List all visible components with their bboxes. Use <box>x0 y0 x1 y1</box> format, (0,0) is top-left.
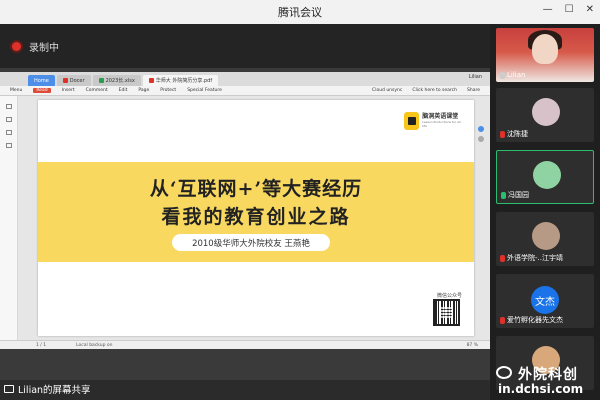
participant-name: 冯国园 <box>501 190 529 200</box>
maximize-icon[interactable]: ☐ <box>565 4 574 15</box>
menu-item-read[interactable]: Read <box>33 88 51 93</box>
participant-tile-speaking[interactable]: 冯国园 <box>496 150 594 204</box>
docer-icon <box>62 78 68 83</box>
tab-label: 2023长.xlsx <box>105 78 135 84</box>
tab-pdf[interactable]: 华师大 外院简历分享.pdf <box>142 75 219 86</box>
watermark: 外院科创 in.dchsi.com <box>494 362 600 396</box>
menu-item-edit[interactable]: Edit <box>119 88 128 93</box>
logo-name: 脑洞英语课堂 <box>422 112 459 120</box>
mic-speaking-icon <box>501 191 506 199</box>
mic-muted-icon <box>500 130 505 138</box>
screen-share-icon <box>4 385 14 393</box>
title-banner: 从‘互联网+’等大赛经历 看我的教育创业之路 2010级华师大外院校友 王燕艳 <box>38 162 474 262</box>
menu-item-page[interactable]: Page <box>138 88 149 93</box>
shared-screen: Home Docer 2023长.xlsx 华师大 外院简历分享.pdf Lil… <box>0 68 490 396</box>
menu-item-special-feature[interactable]: Special Feature <box>187 88 222 93</box>
participant-tile[interactable]: 外语学院-..江宇靖 <box>496 212 594 266</box>
menu-item-menu[interactable]: Menu <box>10 88 22 93</box>
tab-label: Docer <box>69 77 85 84</box>
participant-name: 外语学院-..江宇靖 <box>500 253 563 263</box>
slide-title-line1: 从‘互联网+’等大赛经历 <box>149 178 363 200</box>
qr-code <box>433 299 460 326</box>
page-indicator[interactable]: 1 / 1 <box>36 343 46 348</box>
avatar <box>532 222 560 250</box>
recording-bar: 录制中 <box>0 24 490 68</box>
qr-label: 微信公众号 <box>436 293 462 299</box>
mic-muted-icon <box>500 316 505 324</box>
share-button[interactable]: Share <box>467 88 480 93</box>
thumbnail-icon[interactable] <box>5 104 12 109</box>
menu-item-insert[interactable]: Insert <box>62 88 75 93</box>
screen-share-text: Lilian的屏幕共享 <box>18 385 91 396</box>
spreadsheet-icon <box>98 78 104 83</box>
participant-tile[interactable]: 文杰 爱竹孵化器先文杰 <box>496 274 594 328</box>
logo-subtitle: Lesson Productions for all life <box>422 120 461 129</box>
tool-icon[interactable] <box>478 126 484 132</box>
tool-icon[interactable] <box>478 136 484 142</box>
participant-tile[interactable]: 沈陈捷 <box>496 88 594 142</box>
cloud-sync-status[interactable]: Cloud unsync <box>372 88 402 93</box>
watermark-title: 外院科创 <box>518 367 578 383</box>
wps-status-bar: 1 / 1 Local backup on 87 % <box>0 340 490 349</box>
participant-tile[interactable]: Lilian <box>496 28 594 82</box>
document-area: 脑洞英语课堂 Lesson Productions for all life 从… <box>18 96 490 340</box>
mic-icon <box>500 71 505 79</box>
mic-muted-icon <box>500 254 505 262</box>
avatar <box>533 161 561 189</box>
participant-list: Lilian 沈陈捷 冯国园 外语学院-..江宇靖 文杰 爱竹孵化器先文杰 <box>490 24 600 400</box>
wps-menu-bar: Menu Read Insert Comment Edit Page Prote… <box>0 86 490 96</box>
logo: 脑洞英语课堂 Lesson Productions for all life <box>404 110 464 132</box>
minimize-icon[interactable]: — <box>543 4 553 15</box>
window-titlebar: 腾讯会议 — ☐ ✕ <box>0 0 600 24</box>
attachment-icon[interactable] <box>5 143 12 148</box>
video-face <box>532 34 558 64</box>
tab-label: Home <box>34 77 49 84</box>
zoom-level[interactable]: 87 % <box>467 343 478 348</box>
wps-left-sidebar <box>0 96 18 340</box>
window-title: 腾讯会议 <box>278 6 322 19</box>
avatar: 文杰 <box>531 286 559 314</box>
participant-name: 爱竹孵化器先文杰 <box>500 315 563 325</box>
wps-right-tools <box>478 126 486 186</box>
participant-name: 沈陈捷 <box>500 129 528 139</box>
logo-icon <box>404 112 420 130</box>
wps-menu-right: Cloud unsync Click here to search Share <box>372 88 480 93</box>
wechat-icon <box>496 366 512 379</box>
tab-xlsx[interactable]: 2023长.xlsx <box>92 75 141 86</box>
avatar <box>532 98 560 126</box>
tab-label: 华师大 外院简历分享.pdf <box>155 78 213 84</box>
window-controls: — ☐ ✕ <box>543 4 594 15</box>
screen-share-label: Lilian的屏幕共享 <box>0 380 91 398</box>
slide-subtitle: 2010级华师大外院校友 王燕艳 <box>172 234 330 251</box>
tab-docer[interactable]: Docer <box>56 75 91 86</box>
close-icon[interactable]: ✕ <box>586 4 594 15</box>
comment-icon[interactable] <box>5 130 12 135</box>
pdf-slide: 脑洞英语课堂 Lesson Productions for all life 从… <box>38 100 474 336</box>
wps-tab-bar: Home Docer 2023长.xlsx 华师大 外院简历分享.pdf Lil… <box>0 72 490 86</box>
slide-title-line2: 看我的教育创业之路 <box>161 206 351 228</box>
watermark-url: in.dchsi.com <box>498 382 584 396</box>
wps-user-name[interactable]: Lilian <box>469 74 482 80</box>
pdf-icon <box>148 78 154 83</box>
recording-label[interactable]: 录制中 <box>29 39 59 54</box>
search-box[interactable]: Click here to search <box>412 88 457 93</box>
record-icon <box>12 41 21 51</box>
backup-status[interactable]: Local backup on <box>76 343 112 348</box>
tab-home[interactable]: Home <box>28 75 55 86</box>
bookmark-icon[interactable] <box>5 117 12 122</box>
participant-name: Lilian <box>500 71 525 79</box>
menu-item-comment[interactable]: Comment <box>86 88 108 93</box>
menu-item-protect[interactable]: Protect <box>160 88 176 93</box>
